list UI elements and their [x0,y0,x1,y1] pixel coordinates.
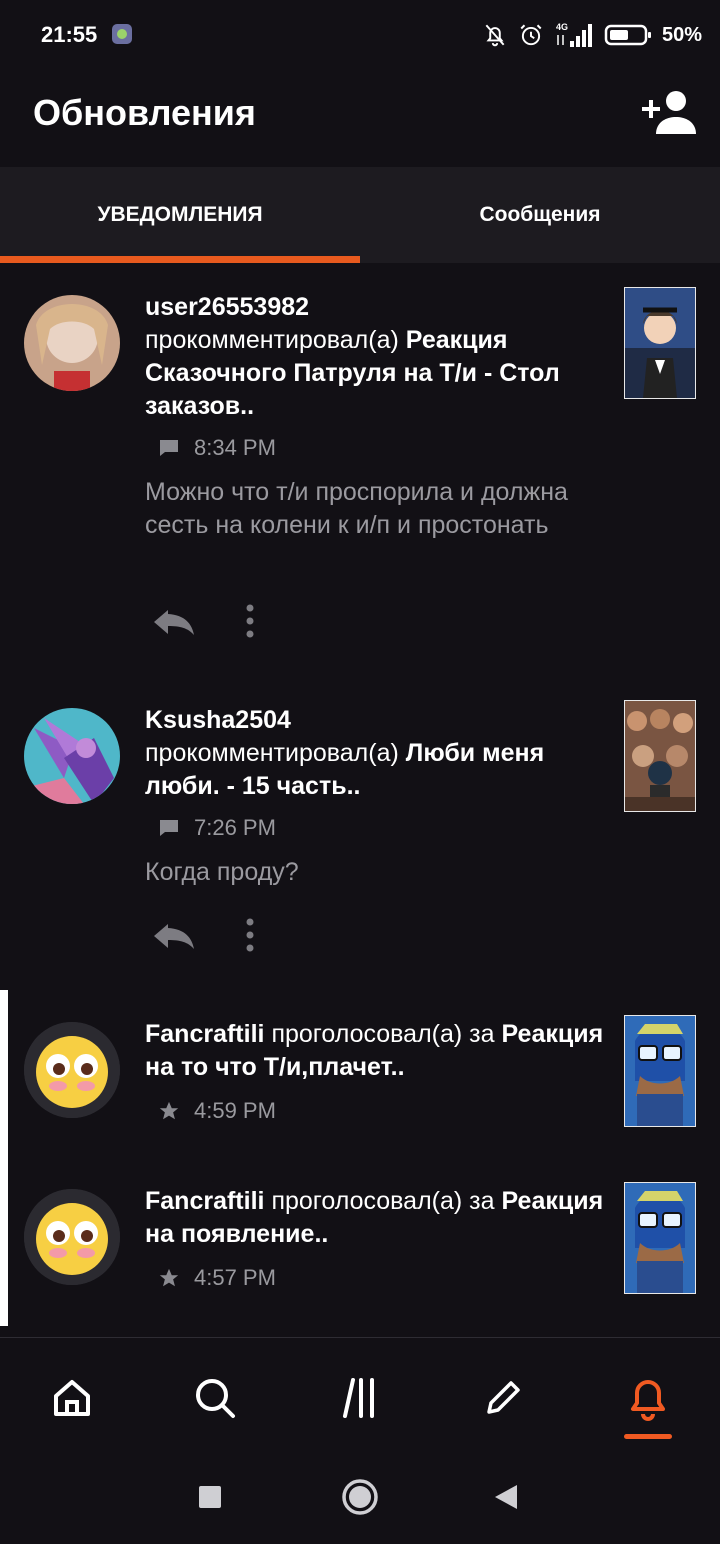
home-system-button[interactable] [341,1478,379,1516]
star-icon [159,1101,179,1120]
add-user-icon [642,91,696,134]
system-navigation [0,1449,720,1544]
app-header: Обновления [0,70,720,167]
story-cover[interactable] [624,1015,696,1127]
notification-item[interactable]: Fancraftili проголосовал(а) за Реакция н… [0,990,720,1157]
status-time: 21:55 [41,22,98,47]
avatar[interactable] [24,708,120,804]
notification-text: Fancraftili проголосовал(а) за Реакция н… [145,1018,605,1084]
notification-action: проголосовал(а) за [271,1187,495,1215]
library-icon [343,1378,374,1418]
notification-time: 4:57 PM [194,1265,276,1290]
back-icon [495,1485,517,1509]
reply-button[interactable] [150,921,198,951]
notification-text: прокомментировал(а) Реакция Сказочного П… [145,324,605,423]
avatar[interactable] [24,295,120,391]
nav-library[interactable] [331,1368,391,1428]
back-system-button[interactable] [493,1483,519,1511]
page-title: Обновления [33,92,256,133]
signal-4g-icon: 4G [556,22,592,47]
recents-button[interactable] [198,1485,222,1509]
more-button[interactable] [240,603,260,639]
notification-time: 4:59 PM [194,1098,276,1123]
notification-meta: 8:34 PM [158,435,276,461]
search-icon [196,1379,235,1418]
more-icon [246,604,254,638]
app-notification-icon [112,24,132,44]
notification-meta: 4:59 PM [158,1098,276,1124]
bottom-navigation [0,1337,720,1450]
alarm-icon [520,24,542,46]
svg-text:4G: 4G [556,22,568,32]
active-nav-indicator [624,1434,672,1439]
bell-muted-icon [485,24,505,47]
write-icon [487,1381,520,1414]
notification-action: проголосовал(а) за [271,1020,495,1048]
comment-icon [160,440,178,456]
comment-text: Можно что т/и проспорила и должна сесть … [145,478,568,539]
comment-text: Когда проду? [145,858,299,886]
notification-time: 8:34 PM [194,435,276,460]
notification-item[interactable]: user26553982 прокомментировал(а) Реакция… [0,263,720,673]
reply-icon [154,610,194,635]
tab-messages[interactable]: Сообщения [360,167,720,263]
tab-bar: УВЕДОМЛЕНИЯ Сообщения [0,167,720,263]
nav-home[interactable] [42,1368,102,1428]
recents-icon [199,1486,221,1508]
notification-meta: 7:26 PM [158,815,276,841]
story-cover[interactable] [624,1182,696,1294]
notification-item[interactable]: Ksusha2504 прокомментировал(а) Люби меня… [0,673,720,990]
bell-icon [631,1380,665,1421]
battery-percentage: 50% [661,23,702,46]
notification-text: Fancraftili проголосовал(а) за Реакция н… [145,1185,605,1251]
add-user-button[interactable] [640,88,698,136]
more-button[interactable] [240,917,260,953]
notification-username[interactable]: user26553982 [145,291,309,324]
nav-search[interactable] [185,1368,245,1428]
avatar[interactable] [24,1189,120,1285]
status-bar: 21:55 4G 50% [0,0,720,70]
tab-notifications[interactable]: УВЕДОМЛЕНИЯ [0,167,360,263]
notification-action: прокомментировал(а) [145,326,399,354]
nav-notifications[interactable] [618,1368,678,1428]
comment-icon [160,820,178,836]
story-cover[interactable] [624,700,696,812]
active-tab-indicator [0,256,360,263]
notification-meta: 4:57 PM [158,1265,276,1291]
reply-icon [154,924,194,949]
nav-write[interactable] [473,1368,533,1428]
notification-username[interactable]: Fancraftili [145,1187,264,1215]
home-icon [54,1380,90,1416]
status-icons: 4G 50% [482,20,702,50]
story-cover[interactable] [624,287,696,399]
notification-username[interactable]: Fancraftili [145,1020,264,1048]
notification-username[interactable]: Ksusha2504 [145,704,291,737]
notification-time: 7:26 PM [194,815,276,840]
notification-item[interactable]: Fancraftili проголосовал(а) за Реакция н… [0,1157,720,1327]
notification-text: прокомментировал(а) Люби меня люби. - 15… [145,737,605,803]
more-icon [246,918,254,952]
battery-icon [604,24,651,46]
reply-button[interactable] [150,607,198,637]
notification-action: прокомментировал(а) [145,739,399,767]
home-circle-icon [342,1479,378,1515]
star-icon [159,1268,179,1287]
avatar[interactable] [24,1022,120,1118]
